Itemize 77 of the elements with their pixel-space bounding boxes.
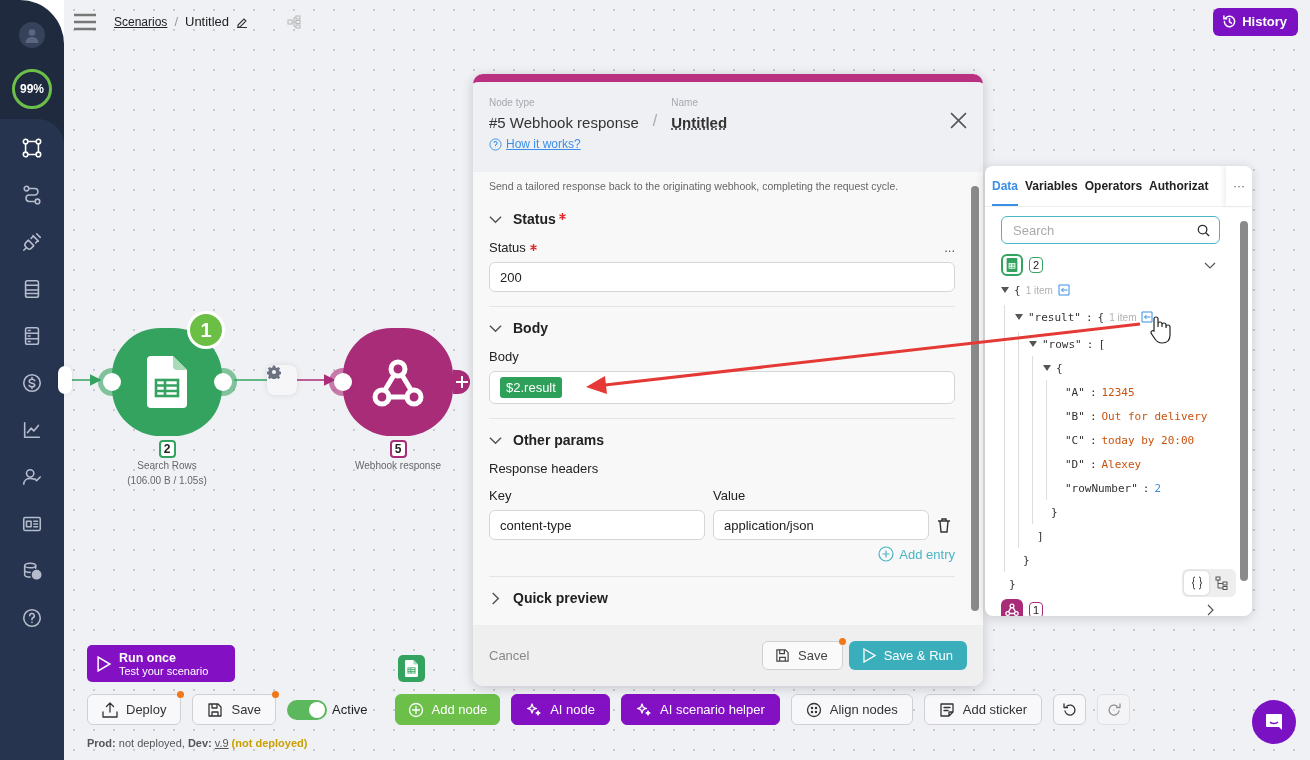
column-label: Value — [713, 488, 747, 503]
json-separator: : — [1086, 337, 1094, 351]
breadcrumb-separator: / — [174, 14, 178, 29]
field-caption: Name — [671, 97, 699, 108]
ai-button[interactable]: AI scenario helper — [621, 694, 780, 725]
section-toggle[interactable]: Quick preview — [489, 585, 955, 611]
more-button[interactable]: ... — [944, 240, 955, 255]
tab[interactable]: Authorizat — [1149, 166, 1209, 206]
count-badge: 1 — [187, 311, 225, 349]
json-bracket: { — [1056, 361, 1063, 375]
item-count: 1 item — [1025, 284, 1053, 296]
save-button[interactable]: Save — [192, 694, 277, 725]
json-value: today by 20:00 — [1101, 433, 1195, 447]
json-key: "result" — [1028, 310, 1081, 324]
search-placeholder: Search — [1013, 222, 1055, 238]
section-toggle[interactable]: Body — [489, 315, 955, 341]
json-key: "rows" — [1042, 337, 1082, 351]
node-label: Search Rows — [137, 460, 197, 471]
deploy-button[interactable]: Deploy — [87, 694, 182, 725]
more-tabs-button[interactable]: ··· — [1226, 166, 1252, 206]
section-toggle[interactable]: Status — [489, 206, 955, 232]
field-caption: Node type — [489, 97, 536, 108]
usage-ring: 99% — [12, 69, 52, 109]
json-value: 2 — [1154, 481, 1162, 495]
json-separator: : — [1089, 409, 1097, 423]
json-value: Alexey — [1101, 457, 1142, 471]
json-key: "B" — [1065, 409, 1085, 423]
json-separator: : — [1086, 310, 1093, 324]
node-name[interactable]: Untitled — [671, 114, 728, 131]
json-key: "D" — [1065, 457, 1085, 471]
json-bracket: } — [1009, 577, 1016, 591]
sticker-button[interactable]: Add sticker — [923, 694, 1043, 725]
column-label: Key — [489, 488, 513, 503]
json-separator: : — [1142, 481, 1150, 495]
key-field[interactable]: content-type — [489, 510, 705, 540]
node-number: 2 — [1029, 256, 1044, 273]
tab[interactable]: Variables — [1025, 166, 1078, 206]
json-key: "rowNumber" — [1065, 481, 1138, 495]
node-type: #5 Webhook response — [489, 114, 639, 131]
node-description: Send a tailored response back to the originating webhook, completing the request cycle. — [489, 180, 900, 192]
json-bracket: { — [1014, 283, 1021, 297]
section-toggle[interactable]: Other params — [489, 427, 955, 453]
breadcrumb-link[interactable]: Scenarios — [114, 14, 168, 29]
run-once-button[interactable]: Run once Test your scenario — [87, 645, 235, 682]
json-bracket: [ — [1098, 337, 1105, 351]
json-bracket: ] — [1037, 529, 1044, 543]
json-bracket: } — [1023, 553, 1030, 567]
item-count: 1 item — [1109, 311, 1137, 323]
node-label: Webhook response — [355, 460, 441, 471]
ai-button[interactable]: AI node — [511, 694, 610, 725]
version-link[interactable]: v.9 — [214, 737, 229, 749]
json-bracket: { — [1097, 310, 1105, 324]
toggle-label: Active — [332, 702, 368, 717]
json-key: "C" — [1065, 433, 1085, 447]
scenario-name: Untitled — [185, 14, 230, 29]
field-label: Response headers — [489, 461, 599, 476]
json-separator: : — [1089, 433, 1097, 447]
json-value: 12345 — [1101, 385, 1135, 399]
json-value: Out for delivery — [1101, 409, 1208, 423]
field-label: Status — [489, 240, 526, 255]
field-label: Body — [489, 349, 519, 364]
text-field[interactable]: 200 — [489, 262, 955, 292]
json-bracket: } — [1051, 505, 1058, 519]
title-separator: / — [652, 112, 658, 131]
deploy-status: Prod: not deployed, Dev: v.9 (not deployed) — [87, 737, 309, 749]
align-button[interactable]: Align nodes — [790, 694, 913, 725]
value-field[interactable]: application/json — [713, 510, 929, 540]
node-stats: (106.00 B / 1.05s) — [127, 475, 207, 486]
history-button[interactable]: History — [1213, 7, 1298, 36]
save-button[interactable]: Save — [762, 641, 843, 670]
json-separator: : — [1089, 385, 1097, 399]
tab[interactable]: Operators — [1084, 166, 1143, 206]
node-number: 2 — [158, 440, 176, 458]
json-separator: : — [1089, 457, 1097, 471]
node-number: 5 — [389, 440, 407, 458]
node-number: 1 — [1029, 601, 1044, 616]
json-key: "A" — [1065, 385, 1085, 399]
